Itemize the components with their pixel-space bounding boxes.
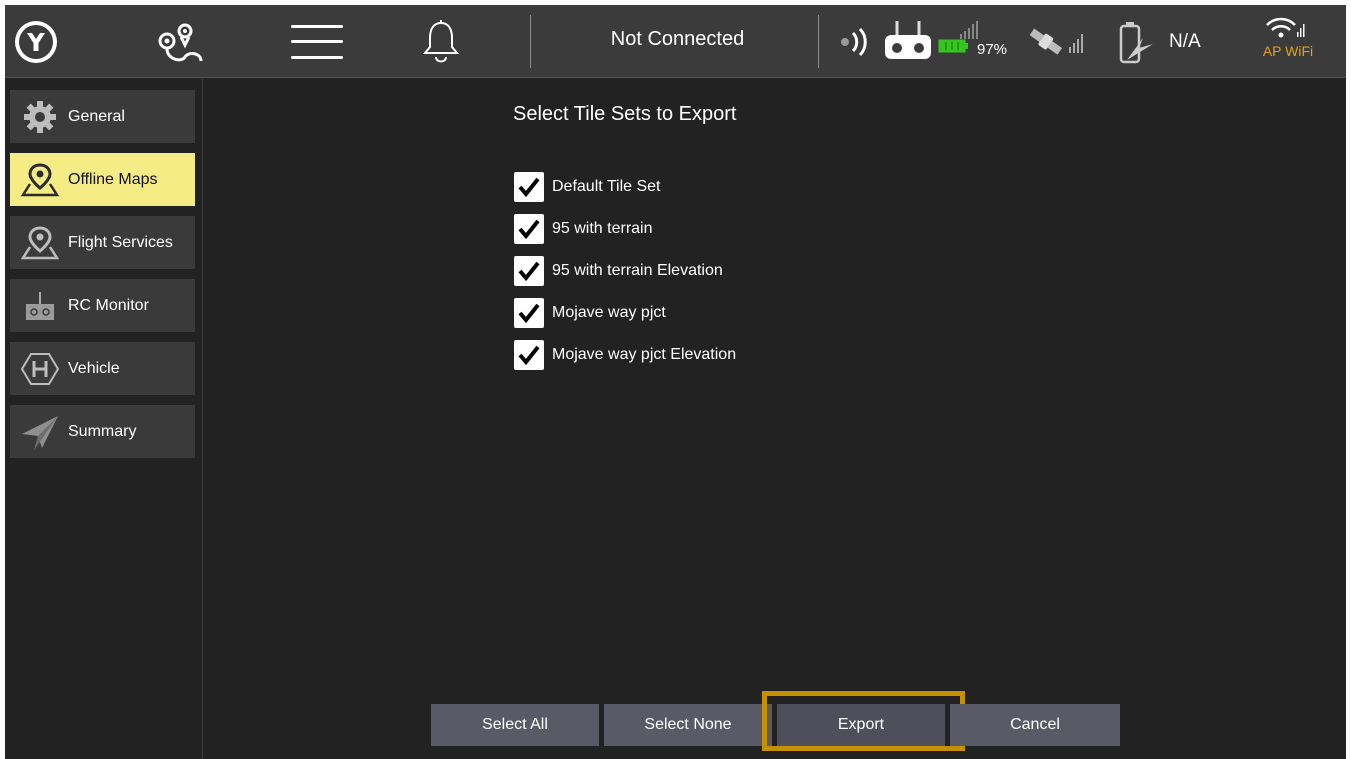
sidebar-item-label: Summary — [68, 422, 137, 440]
hexagon-h-icon — [18, 349, 62, 389]
rc-signal-strength-icon — [958, 20, 982, 40]
tile-set-label: 95 with terrain — [552, 220, 653, 237]
toolbar-divider — [818, 15, 819, 68]
tile-set-label: Mojave way pjct — [552, 304, 666, 321]
rc-controller-icon — [18, 286, 62, 326]
top-toolbar: Not Connected 97% N/A AP WiFi — [5, 5, 1346, 78]
tile-set-label: 95 with terrain Elevation — [552, 262, 723, 279]
tile-set-label: Default Tile Set — [552, 178, 661, 195]
select-none-button[interactable]: Select None — [604, 704, 772, 746]
tile-set-checkbox[interactable] — [514, 256, 544, 286]
gear-icon — [18, 97, 62, 137]
tile-set-row[interactable]: Mojave way pjct — [514, 297, 666, 329]
wifi-icon[interactable] — [1265, 17, 1305, 41]
toolbar-divider — [530, 15, 531, 68]
tile-set-row[interactable]: Mojave way pjct Elevation — [514, 339, 736, 371]
sidebar-item-offline-maps[interactable]: Offline Maps — [10, 153, 195, 206]
settings-sidebar: General Offline Maps Flight Services RC … — [5, 79, 203, 759]
gps-icon[interactable] — [1025, 19, 1085, 63]
app-window: Not Connected 97% N/A AP WiFi General Of… — [5, 5, 1346, 759]
tile-set-label: Mojave way pjct Elevation — [552, 346, 737, 363]
connection-status: Not Connected — [610, 28, 745, 50]
sidebar-item-flight-services[interactable]: Flight Services — [10, 216, 195, 269]
app-logo-icon[interactable] — [15, 21, 57, 63]
tile-set-row[interactable]: 95 with terrain Elevation — [514, 255, 723, 287]
sidebar-item-vehicle[interactable]: Vehicle — [10, 342, 195, 395]
export-button[interactable]: Export — [777, 704, 945, 746]
plan-route-icon[interactable] — [151, 19, 207, 65]
cancel-button[interactable]: Cancel — [950, 704, 1120, 746]
sidebar-item-label: RC Monitor — [68, 296, 149, 314]
vehicle-battery-text: N/A — [1169, 31, 1201, 52]
bell-icon[interactable] — [421, 19, 461, 65]
tile-set-checkbox[interactable] — [514, 298, 544, 328]
tile-set-checkbox[interactable] — [514, 214, 544, 244]
tile-set-row[interactable]: Default Tile Set — [514, 171, 661, 203]
sidebar-item-general[interactable]: General — [10, 90, 195, 143]
select-all-button[interactable]: Select All — [431, 704, 599, 746]
sidebar-item-label: General — [68, 107, 125, 125]
map-pin-icon — [18, 223, 62, 263]
rc-controller-icon[interactable] — [883, 19, 933, 63]
tile-set-checkbox[interactable] — [514, 172, 544, 202]
offline-maps-panel: Select Tile Sets to Export Default Tile … — [204, 79, 1346, 759]
panel-title: Select Tile Sets to Export — [513, 103, 737, 125]
menu-icon[interactable] — [291, 23, 347, 63]
tile-set-checkbox[interactable] — [514, 340, 544, 370]
wifi-label: AP WiFi — [1262, 43, 1314, 59]
sidebar-item-label: Vehicle — [68, 359, 120, 377]
rc-battery-percent: 97% — [977, 41, 1008, 58]
vehicle-battery-icon[interactable] — [1115, 18, 1157, 68]
sidebar-item-summary[interactable]: Summary — [10, 405, 195, 458]
tile-set-row[interactable]: 95 with terrain — [514, 213, 653, 245]
rc-battery-icon — [938, 39, 970, 53]
telemetry-signal-icon[interactable] — [833, 27, 873, 57]
sidebar-item-label: Flight Services — [68, 233, 173, 251]
paper-plane-icon — [18, 412, 62, 452]
map-pin-icon — [18, 160, 62, 200]
sidebar-item-label: Offline Maps — [68, 170, 158, 188]
sidebar-item-rc-monitor[interactable]: RC Monitor — [10, 279, 195, 332]
